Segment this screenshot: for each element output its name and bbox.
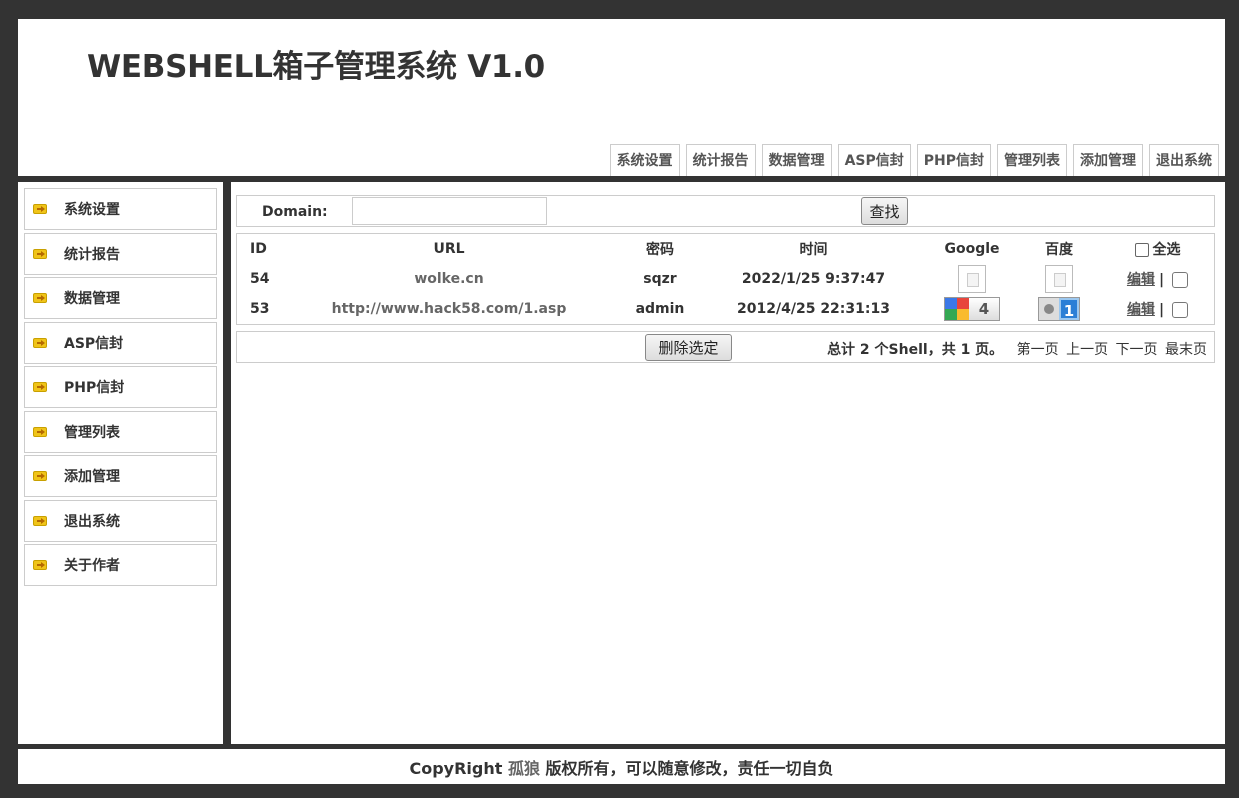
- cell-time: 2012/4/25 22:31:13: [737, 301, 890, 317]
- cell-time: 2022/1/25 9:37:47: [741, 271, 886, 287]
- arrow-icon: [33, 382, 47, 392]
- separator: |: [1158, 272, 1165, 288]
- baidu-rank-badge: 1: [1038, 297, 1080, 321]
- header-time: 时间: [799, 242, 828, 258]
- sidebar: 系统设置 统计报告 数据管理 ASP信封 PHP信封 管理列表 添加管理 退出系…: [18, 182, 223, 744]
- arrow-icon: [33, 471, 47, 481]
- header-select-all: 全选: [1099, 234, 1216, 264]
- sidebar-item-label: PHP信封: [64, 380, 125, 396]
- select-all-checkbox[interactable]: [1134, 243, 1149, 257]
- last-page-link[interactable]: 最末页: [1165, 342, 1207, 358]
- select-all-label: 全选: [1152, 242, 1181, 258]
- header: WEBSHELL箱子管理系统 V1.0 系统设置 统计报告 数据管理 ASP信封…: [18, 19, 1225, 176]
- delete-selected-button[interactable]: 删除选定: [645, 334, 732, 361]
- next-page-link[interactable]: 下一页: [1116, 342, 1158, 358]
- broken-image-icon: [1045, 265, 1073, 293]
- header-url: URL: [433, 241, 465, 257]
- table-header-row: ID URL 密码 时间 Google 百度 全选: [237, 234, 1216, 264]
- sidebar-item-asp-envelope[interactable]: ASP信封: [24, 321, 217, 364]
- cell-google: 4: [925, 294, 1019, 324]
- edit-link[interactable]: 编辑: [1127, 272, 1155, 288]
- copyright-footer: CopyRight 孤狼 版权所有，可以随意修改，责任一切自负: [18, 749, 1225, 784]
- sidebar-item-about-author[interactable]: 关于作者: [24, 544, 217, 586]
- header-baidu: 百度: [1045, 242, 1073, 258]
- sidebar-item-label: 添加管理: [64, 469, 120, 485]
- top-nav: 系统设置 统计报告 数据管理 ASP信封 PHP信封 管理列表 添加管理 退出系…: [609, 144, 1219, 176]
- cell-password: admin: [635, 301, 685, 317]
- table-row: 54 wolke.cn sqzr 2022/1/25 9:37:47 编辑 |: [237, 264, 1216, 294]
- total-count: 总计 2 个Shell，共 1 页。: [827, 342, 1004, 358]
- sidebar-item-label: 统计报告: [64, 246, 120, 263]
- copyright-prefix: CopyRight: [409, 759, 508, 778]
- baidu-paw-icon: [1039, 298, 1059, 320]
- sidebar-item-label: 系统设置: [64, 202, 120, 218]
- sidebar-item-add-admin[interactable]: 添加管理: [24, 455, 217, 497]
- topnav-php-envelope[interactable]: PHP信封: [916, 144, 991, 176]
- cell-url: http://www.hack58.com/1.asp: [331, 301, 567, 317]
- shell-table-box: ID URL 密码 时间 Google 百度 全选 54 wolke.cn sq…: [236, 233, 1215, 325]
- topnav-admin-list[interactable]: 管理列表: [997, 144, 1067, 176]
- topnav-stats-report[interactable]: 统计报告: [685, 144, 756, 176]
- author-name: 孤狼: [507, 759, 540, 778]
- first-page-link[interactable]: 第一页: [1017, 342, 1059, 358]
- main-content: Domain: 查找 ID URL 密码 时间 Google 百度 全选 54 …: [231, 182, 1225, 744]
- topnav-data-management[interactable]: 数据管理: [761, 144, 832, 176]
- arrow-icon: [33, 293, 47, 303]
- sidebar-item-label: ASP信封: [64, 335, 124, 352]
- separator: |: [1158, 302, 1165, 318]
- sidebar-item-stats-report[interactable]: 统计报告: [24, 232, 217, 275]
- header-password: 密码: [646, 242, 674, 258]
- topnav-system-settings[interactable]: 系统设置: [609, 144, 680, 176]
- edit-link[interactable]: 编辑: [1127, 302, 1155, 318]
- copyright-suffix: 版权所有，可以随意修改，责任一切自负: [539, 759, 834, 778]
- sidebar-item-admin-list[interactable]: 管理列表: [24, 410, 217, 453]
- arrow-icon: [33, 426, 47, 437]
- row-checkbox[interactable]: [1172, 272, 1189, 288]
- sidebar-item-php-envelope[interactable]: PHP信封: [24, 366, 217, 408]
- site-title: WEBSHELL箱子管理系统 V1.0: [87, 49, 545, 85]
- pagination: 总计 2 个Shell，共 1 页。 第一页 上一页 下一页 最末页: [827, 339, 1207, 359]
- domain-input[interactable]: [352, 197, 547, 225]
- row-checkbox[interactable]: [1172, 302, 1189, 318]
- header-google: Google: [944, 241, 1000, 257]
- sidebar-item-label: 管理列表: [64, 424, 120, 441]
- topnav-logout[interactable]: 退出系统: [1149, 144, 1219, 176]
- google-logo-icon: [945, 298, 969, 320]
- search-button[interactable]: 查找: [861, 197, 908, 225]
- cell-google: [925, 264, 1019, 294]
- sidebar-item-label: 关于作者: [64, 558, 120, 574]
- arrow-icon: [33, 248, 47, 259]
- cell-baidu: 1: [1019, 294, 1099, 324]
- prev-page-link[interactable]: 上一页: [1066, 342, 1108, 358]
- sidebar-item-label: 数据管理: [64, 291, 120, 307]
- cell-url: wolke.cn: [414, 271, 484, 287]
- topnav-asp-envelope[interactable]: ASP信封: [837, 144, 911, 176]
- cell-password: sqzr: [643, 271, 677, 287]
- sidebar-item-logout[interactable]: 退出系统: [24, 499, 217, 542]
- google-rank-value: 4: [969, 298, 999, 320]
- topnav-add-admin[interactable]: 添加管理: [1073, 144, 1143, 176]
- table-row: 53 http://www.hack58.com/1.asp admin 201…: [237, 294, 1216, 324]
- cell-id: 54: [250, 271, 270, 287]
- google-pagerank-badge: 4: [944, 297, 1000, 321]
- header-id: ID: [250, 241, 267, 257]
- sidebar-item-label: 退出系统: [64, 513, 120, 530]
- domain-label: Domain:: [262, 204, 328, 220]
- sidebar-item-system-settings[interactable]: 系统设置: [24, 188, 217, 230]
- cell-actions: 编辑 |: [1099, 294, 1216, 324]
- arrow-icon: [33, 515, 47, 526]
- arrow-icon: [33, 337, 47, 348]
- cell-id: 53: [250, 301, 270, 317]
- shell-table: ID URL 密码 时间 Google 百度 全选 54 wolke.cn sq…: [237, 234, 1216, 324]
- cell-baidu: [1019, 264, 1099, 294]
- baidu-rank-value: 1: [1059, 298, 1079, 320]
- table-footer-bar: 删除选定 总计 2 个Shell，共 1 页。 第一页 上一页 下一页 最末页: [236, 331, 1215, 363]
- sidebar-item-data-management[interactable]: 数据管理: [24, 277, 217, 319]
- broken-image-icon: [958, 265, 986, 293]
- arrow-icon: [33, 560, 47, 570]
- search-bar: Domain: 查找: [236, 195, 1215, 227]
- cell-actions: 编辑 |: [1099, 264, 1216, 294]
- arrow-icon: [33, 204, 47, 214]
